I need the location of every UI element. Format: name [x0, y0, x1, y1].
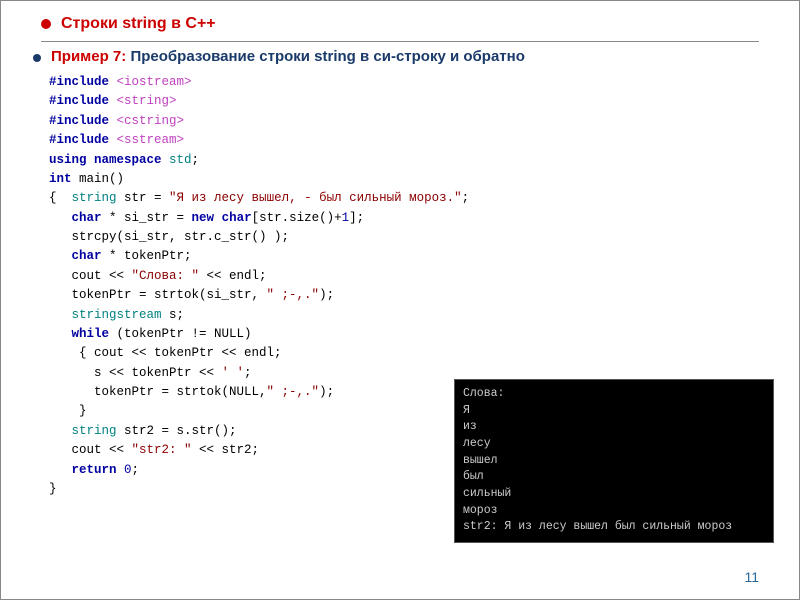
code-token: 0 — [124, 463, 132, 477]
code-token: #include — [49, 75, 117, 89]
code-token: ; — [244, 366, 252, 380]
code-token: strcpy(si_str, str.c_str() ); — [49, 230, 289, 244]
code-token: ; — [462, 191, 470, 205]
code-token: << endl; — [199, 269, 267, 283]
slide: Строки string в С++ Пример 7: Преобразов… — [0, 0, 800, 600]
code-token — [49, 308, 72, 322]
code-token: (tokenPtr != NULL) — [117, 327, 252, 341]
code-token: <cstring> — [117, 114, 185, 128]
slide-title: Строки string в С++ — [61, 15, 216, 33]
code-token: * si_str = — [109, 211, 192, 225]
code-token: "Слова: " — [132, 269, 200, 283]
example-prefix: Пример 7: — [51, 48, 130, 65]
code-token: ' ' — [222, 366, 245, 380]
code-token: using namespace — [49, 153, 169, 167]
code-token: { cout << tokenPtr << endl; — [49, 346, 282, 360]
code-token — [49, 249, 72, 263]
code-token: std — [169, 153, 192, 167]
code-token: 1 — [342, 211, 350, 225]
code-token: new — [192, 211, 222, 225]
code-token: return — [72, 463, 125, 477]
code-token: stringstream — [72, 308, 170, 322]
code-token: } — [49, 404, 87, 418]
divider — [41, 41, 759, 42]
code-token: str2 = s.str(); — [124, 424, 237, 438]
code-token: <string> — [117, 94, 177, 108]
code-token: " ;-,." — [267, 288, 320, 302]
code-token: [str.size()+ — [252, 211, 342, 225]
code-token: tokenPtr = strtok(NULL, — [49, 385, 267, 399]
code-token: str = — [124, 191, 169, 205]
code-token: char — [72, 249, 110, 263]
code-token: char — [222, 211, 252, 225]
code-token: int — [49, 172, 79, 186]
code-token: ); — [319, 288, 334, 302]
code-token: main — [79, 172, 109, 186]
title-row: Строки string в С++ — [1, 1, 799, 37]
code-token: ; — [192, 153, 200, 167]
code-token: #include — [49, 133, 117, 147]
code-token: "Я из лесу вышел, - был сильный мороз." — [169, 191, 462, 205]
code-token: () — [109, 172, 124, 186]
page-number: 11 — [744, 569, 759, 585]
code-token: <sstream> — [117, 133, 185, 147]
code-token: while — [72, 327, 117, 341]
code-token: #include — [49, 94, 117, 108]
code-token: ; — [132, 463, 140, 477]
code-token — [49, 424, 72, 438]
code-token: } — [49, 482, 57, 496]
code-token: char — [72, 211, 110, 225]
code-token: ); — [319, 385, 334, 399]
code-token — [49, 327, 72, 341]
bullet-icon — [41, 19, 51, 29]
subtitle-row: Пример 7: Преобразование строки string в… — [1, 48, 799, 71]
code-token: { — [49, 191, 72, 205]
code-token: << str2; — [192, 443, 260, 457]
console-output: Слова: Я из лесу вышел был сильный мороз… — [454, 379, 774, 543]
code-token: " ;-,." — [267, 385, 320, 399]
code-token: * tokenPtr; — [109, 249, 192, 263]
code-token — [49, 463, 72, 477]
code-token: string — [72, 424, 125, 438]
example-description: Преобразование строки string в си-строку… — [130, 48, 524, 65]
code-token: tokenPtr = strtok(si_str, — [49, 288, 267, 302]
code-token: "str2: " — [132, 443, 192, 457]
bullet-icon — [33, 54, 41, 62]
example-label: Пример 7: Преобразование строки string в… — [51, 48, 525, 65]
code-token: cout << — [49, 443, 132, 457]
code-token: string — [72, 191, 125, 205]
code-token: s; — [169, 308, 184, 322]
code-token: #include — [49, 114, 117, 128]
code-token: <iostream> — [117, 75, 192, 89]
code-token: ]; — [349, 211, 364, 225]
code-token: cout << — [49, 269, 132, 283]
code-token — [49, 211, 72, 225]
code-token: s << tokenPtr << — [49, 366, 222, 380]
